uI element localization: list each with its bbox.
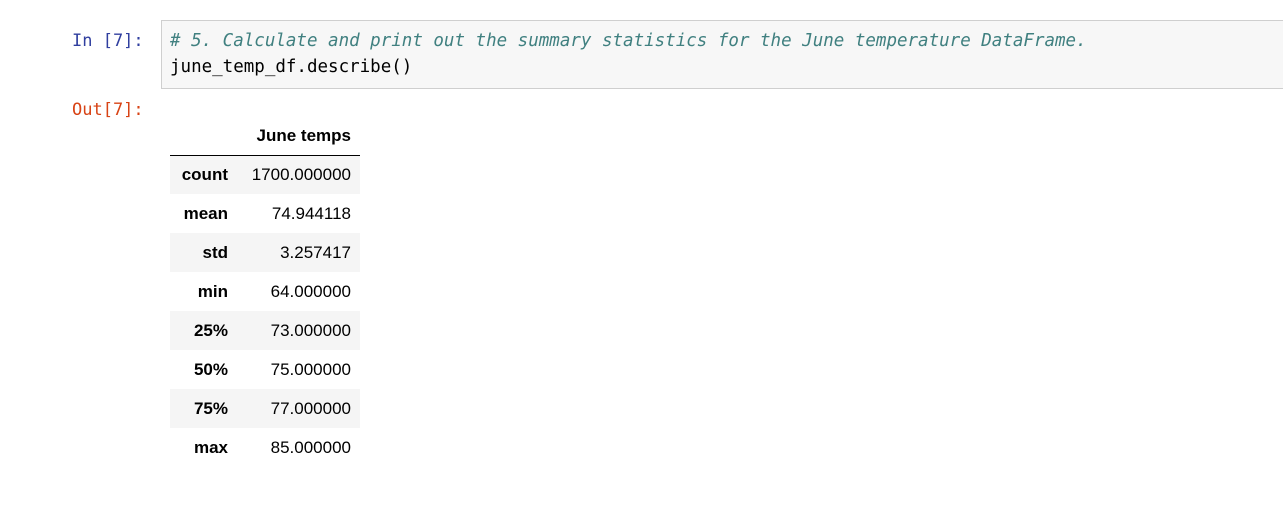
row-value-max: 85.000000 — [270, 437, 351, 457]
row-label-25: 25% — [193, 320, 228, 340]
output-prompt: Out[7]: — [72, 100, 144, 120]
row-value-50: 75.000000 — [270, 359, 351, 379]
row-value-count: 1700.000000 — [251, 164, 351, 184]
row-label-std: std — [202, 242, 229, 262]
describe-table: June temps count 1700.000000 mean 74.944… — [170, 117, 360, 467]
row-label-mean: mean — [183, 203, 228, 223]
row-label-min: min — [197, 281, 228, 301]
row-label-75: 75% — [193, 398, 228, 418]
table-row: min 64.000000 — [170, 272, 360, 311]
index-header — [170, 117, 237, 156]
row-value-std: 3.257417 — [280, 242, 351, 262]
code-comment: # 5. Calculate and print out the summary… — [170, 31, 1087, 51]
table-row: 50% 75.000000 — [170, 350, 360, 389]
row-label-max: max — [193, 437, 228, 457]
table-row: 25% 73.000000 — [170, 311, 360, 350]
code-input-area[interactable]: # 5. Calculate and print out the summary… — [161, 20, 1283, 89]
table-row: std 3.257417 — [170, 233, 360, 272]
table-header-row: June temps — [170, 117, 360, 156]
table-row: max 85.000000 — [170, 428, 360, 467]
row-value-mean: 74.944118 — [271, 203, 351, 223]
table-row: 75% 77.000000 — [170, 389, 360, 428]
input-prompt: In [7]: — [72, 31, 144, 51]
table-row: count 1700.000000 — [170, 155, 360, 194]
code-statement: june_temp_df.describe() — [170, 57, 413, 77]
table-row: mean 74.944118 — [170, 194, 360, 233]
row-value-75: 77.000000 — [270, 398, 351, 418]
row-value-25: 73.000000 — [270, 320, 351, 340]
output-area: June temps count 1700.000000 mean 74.944… — [170, 117, 360, 467]
column-header-june-temps: June temps — [237, 117, 360, 156]
row-label-count: count — [181, 164, 228, 184]
row-value-min: 64.000000 — [270, 281, 351, 301]
row-label-50: 50% — [193, 359, 228, 379]
